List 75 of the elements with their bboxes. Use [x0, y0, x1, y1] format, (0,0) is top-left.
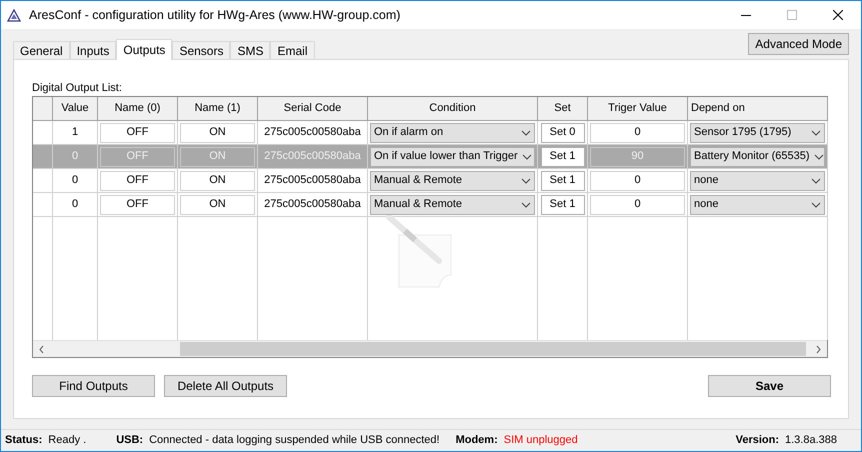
column-header[interactable]: Condition	[368, 97, 538, 121]
row-header[interactable]	[33, 193, 53, 217]
dropdown[interactable]: Sensor 1795 (1795)	[690, 122, 825, 142]
name-field[interactable]: ON	[180, 170, 255, 190]
trigger-field[interactable]: 0	[590, 170, 685, 190]
action-button[interactable]: Find Outputs	[32, 375, 155, 397]
set-button[interactable]: Set 0	[540, 122, 584, 142]
maximize-icon	[787, 10, 797, 20]
set-button[interactable]: Set 1	[540, 170, 584, 190]
dropdown[interactable]: Battery Monitor (65535)	[690, 146, 825, 166]
status-value: Connected - data logging suspended while USB connected!	[149, 433, 440, 448]
set-button[interactable]: Set 1	[540, 194, 584, 214]
name-field[interactable]: OFF	[100, 194, 175, 214]
corner-header[interactable]	[33, 97, 53, 121]
chevron-down-icon	[521, 202, 531, 208]
save-button[interactable]: Save	[708, 375, 831, 397]
column-header[interactable]: Set	[538, 97, 588, 121]
table-cell: 1	[53, 121, 98, 145]
dropdown[interactable]: Manual & Remote	[370, 194, 535, 214]
minimize-icon	[741, 14, 751, 16]
close-icon	[833, 10, 843, 20]
tab[interactable]: Outputs	[116, 39, 172, 60]
table-cell: 275c005c00580aba	[258, 193, 368, 217]
name-field[interactable]: OFF	[100, 170, 175, 190]
name-field[interactable]: ON	[180, 122, 255, 142]
chevron-down-icon	[521, 178, 531, 184]
table-cell: 0	[53, 145, 98, 169]
table-cell: 275c005c00580aba	[258, 145, 368, 169]
scrollbar-thumb[interactable]	[180, 342, 806, 356]
chevron-down-icon	[521, 130, 531, 136]
column-header[interactable]: Name (1)	[178, 97, 258, 121]
table-cell: 275c005c00580aba	[258, 169, 368, 193]
tab[interactable]: General	[13, 41, 70, 59]
window-title: AresConf - configuration utility for HWg-Ares (www.HW-group.com)	[29, 6, 400, 24]
column-header[interactable]: Triger Value	[588, 97, 688, 121]
chevron-down-icon	[811, 130, 821, 136]
table-cell: 0	[53, 193, 98, 217]
dropdown[interactable]: On if alarm on	[370, 122, 535, 142]
table-cell: 275c005c00580aba	[258, 121, 368, 145]
status-value: Ready .	[48, 433, 86, 448]
row-header[interactable]	[33, 169, 53, 193]
trigger-field[interactable]: 0	[590, 194, 685, 214]
tab[interactable]: Sensors	[172, 41, 230, 59]
trigger-field[interactable]: 0	[590, 122, 685, 142]
tab[interactable]: Email	[270, 41, 314, 59]
status-label: Status:	[5, 433, 42, 448]
row-header[interactable]	[33, 121, 53, 145]
triangle-logo-icon	[7, 8, 21, 22]
status-value: SIM unplugged	[504, 433, 578, 448]
chevron-down-icon	[811, 202, 821, 208]
dropdown[interactable]: Manual & Remote	[370, 170, 535, 190]
list-label: Digital Output List:	[32, 81, 123, 96]
chevron-down-icon	[522, 154, 532, 160]
action-button[interactable]: Delete All Outputs	[164, 375, 287, 397]
dropdown[interactable]: On if value lower than Trigger	[370, 146, 535, 166]
chevron-down-icon	[814, 154, 824, 160]
name-field[interactable]: ON	[180, 194, 255, 214]
column-header[interactable]: Serial Code	[258, 97, 368, 121]
set-button[interactable]: Set 1	[540, 146, 584, 166]
status-value: 1.3.8a.388	[785, 433, 837, 448]
status-label: Modem:	[456, 433, 498, 448]
advanced-mode-button[interactable]: Advanced Mode	[748, 33, 849, 55]
column-header[interactable]: Name (0)	[98, 97, 178, 121]
dropdown[interactable]: none	[690, 194, 825, 214]
dropdown[interactable]: none	[690, 170, 825, 190]
chevron-down-icon	[811, 178, 821, 184]
tab[interactable]: SMS	[230, 41, 270, 59]
column-header[interactable]: Value	[53, 97, 98, 121]
status-label: Version:	[736, 433, 779, 448]
column-header[interactable]: Depend on	[688, 97, 828, 121]
name-field[interactable]: OFF	[100, 122, 175, 142]
tab[interactable]: Inputs	[70, 41, 116, 59]
table-cell: 0	[53, 169, 98, 193]
row-header[interactable]	[33, 145, 53, 169]
status-label: USB:	[116, 433, 144, 448]
